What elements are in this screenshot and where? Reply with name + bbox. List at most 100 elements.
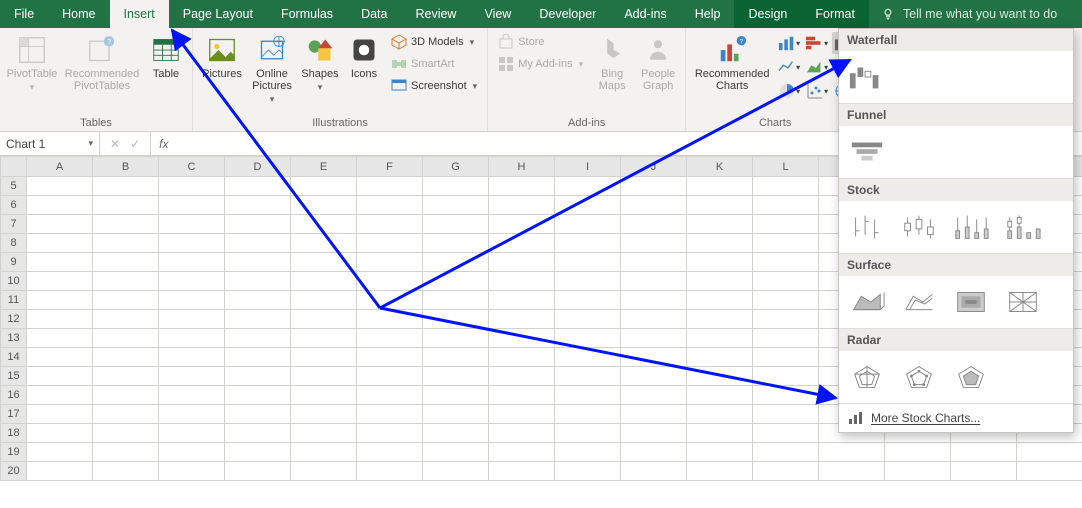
cell[interactable] [93, 329, 159, 348]
scatter-chart-button[interactable]: ▾ [804, 80, 830, 102]
tab-format[interactable]: Format [801, 0, 869, 28]
cell[interactable] [27, 272, 93, 291]
tab-data[interactable]: Data [347, 0, 401, 28]
cell[interactable] [357, 234, 423, 253]
cell[interactable] [753, 196, 819, 215]
smartart-button[interactable]: SmartArt [387, 54, 481, 74]
shapes-button[interactable]: Shapes ▾ [299, 32, 341, 93]
cell[interactable] [819, 443, 885, 462]
cell[interactable] [27, 348, 93, 367]
col-header[interactable]: A [27, 157, 93, 177]
cell[interactable] [423, 367, 489, 386]
cell[interactable] [93, 367, 159, 386]
tab-design[interactable]: Design [734, 0, 801, 28]
cell[interactable] [621, 272, 687, 291]
cell[interactable] [93, 215, 159, 234]
cell[interactable] [687, 386, 753, 405]
cell[interactable] [357, 196, 423, 215]
radar-markers-option[interactable] [899, 361, 939, 393]
cell[interactable] [621, 253, 687, 272]
cell[interactable] [489, 253, 555, 272]
radar-option[interactable] [847, 361, 887, 393]
column-chart-button[interactable]: ▾ [776, 32, 802, 54]
cell[interactable] [225, 462, 291, 481]
cell[interactable] [555, 405, 621, 424]
cell[interactable] [291, 310, 357, 329]
select-all-cell[interactable] [1, 157, 27, 177]
cell[interactable] [159, 272, 225, 291]
cell[interactable] [423, 272, 489, 291]
waterfall-chart-option[interactable] [847, 61, 887, 93]
cell[interactable] [753, 443, 819, 462]
cell[interactable] [291, 367, 357, 386]
cell[interactable] [159, 329, 225, 348]
cell[interactable] [93, 291, 159, 310]
stock-vohlc-option[interactable] [1003, 211, 1043, 243]
cell[interactable] [225, 291, 291, 310]
cell[interactable] [489, 443, 555, 462]
cell[interactable] [93, 348, 159, 367]
cell[interactable] [27, 367, 93, 386]
tab-formulas[interactable]: Formulas [267, 0, 347, 28]
store-button[interactable]: Store [494, 32, 587, 52]
cell[interactable] [225, 253, 291, 272]
cell[interactable] [951, 462, 1017, 481]
col-header[interactable]: J [621, 157, 687, 177]
cell[interactable] [27, 196, 93, 215]
surface-3d-option[interactable] [847, 286, 887, 318]
col-header[interactable]: H [489, 157, 555, 177]
cell[interactable] [225, 310, 291, 329]
cell[interactable] [753, 215, 819, 234]
cell[interactable] [225, 177, 291, 196]
cell[interactable] [555, 462, 621, 481]
cell[interactable] [291, 329, 357, 348]
cell[interactable] [27, 329, 93, 348]
stock-ohlc-option[interactable] [899, 211, 939, 243]
cell[interactable] [555, 215, 621, 234]
row-header[interactable]: 9 [1, 253, 27, 272]
contour-option[interactable] [951, 286, 991, 318]
tab-developer[interactable]: Developer [525, 0, 610, 28]
cell[interactable] [621, 329, 687, 348]
tab-file[interactable]: File [0, 0, 48, 28]
cell[interactable] [555, 367, 621, 386]
cell[interactable] [687, 424, 753, 443]
cell[interactable] [27, 424, 93, 443]
cell[interactable] [291, 291, 357, 310]
cell[interactable] [291, 405, 357, 424]
tab-review[interactable]: Review [401, 0, 470, 28]
cell[interactable] [357, 348, 423, 367]
cell[interactable] [885, 462, 951, 481]
recommended-charts-button[interactable]: ? Recommended Charts [692, 32, 772, 92]
cell[interactable] [159, 177, 225, 196]
cell[interactable] [27, 405, 93, 424]
cell[interactable] [357, 329, 423, 348]
cell[interactable] [753, 367, 819, 386]
cell[interactable] [753, 386, 819, 405]
cell[interactable] [357, 405, 423, 424]
cell[interactable] [621, 215, 687, 234]
pivottable-button[interactable]: PivotTable ▾ [6, 32, 58, 93]
cell[interactable] [357, 177, 423, 196]
cell[interactable] [1017, 443, 1082, 462]
funnel-chart-option[interactable] [847, 136, 887, 168]
cell[interactable] [753, 177, 819, 196]
cell[interactable] [225, 443, 291, 462]
cell[interactable] [93, 310, 159, 329]
cell[interactable] [159, 291, 225, 310]
cell[interactable] [357, 253, 423, 272]
tab-page-layout[interactable]: Page Layout [169, 0, 267, 28]
row-header[interactable]: 20 [1, 462, 27, 481]
cell[interactable] [951, 443, 1017, 462]
row-header[interactable]: 8 [1, 234, 27, 253]
cell[interactable] [621, 386, 687, 405]
cell[interactable] [621, 196, 687, 215]
cell[interactable] [489, 367, 555, 386]
cell[interactable] [489, 348, 555, 367]
col-header[interactable]: L [753, 157, 819, 177]
screenshot-button[interactable]: Screenshot ▾ [387, 76, 481, 96]
cell[interactable] [159, 234, 225, 253]
cell[interactable] [27, 386, 93, 405]
cell[interactable] [687, 177, 753, 196]
cell[interactable] [159, 443, 225, 462]
